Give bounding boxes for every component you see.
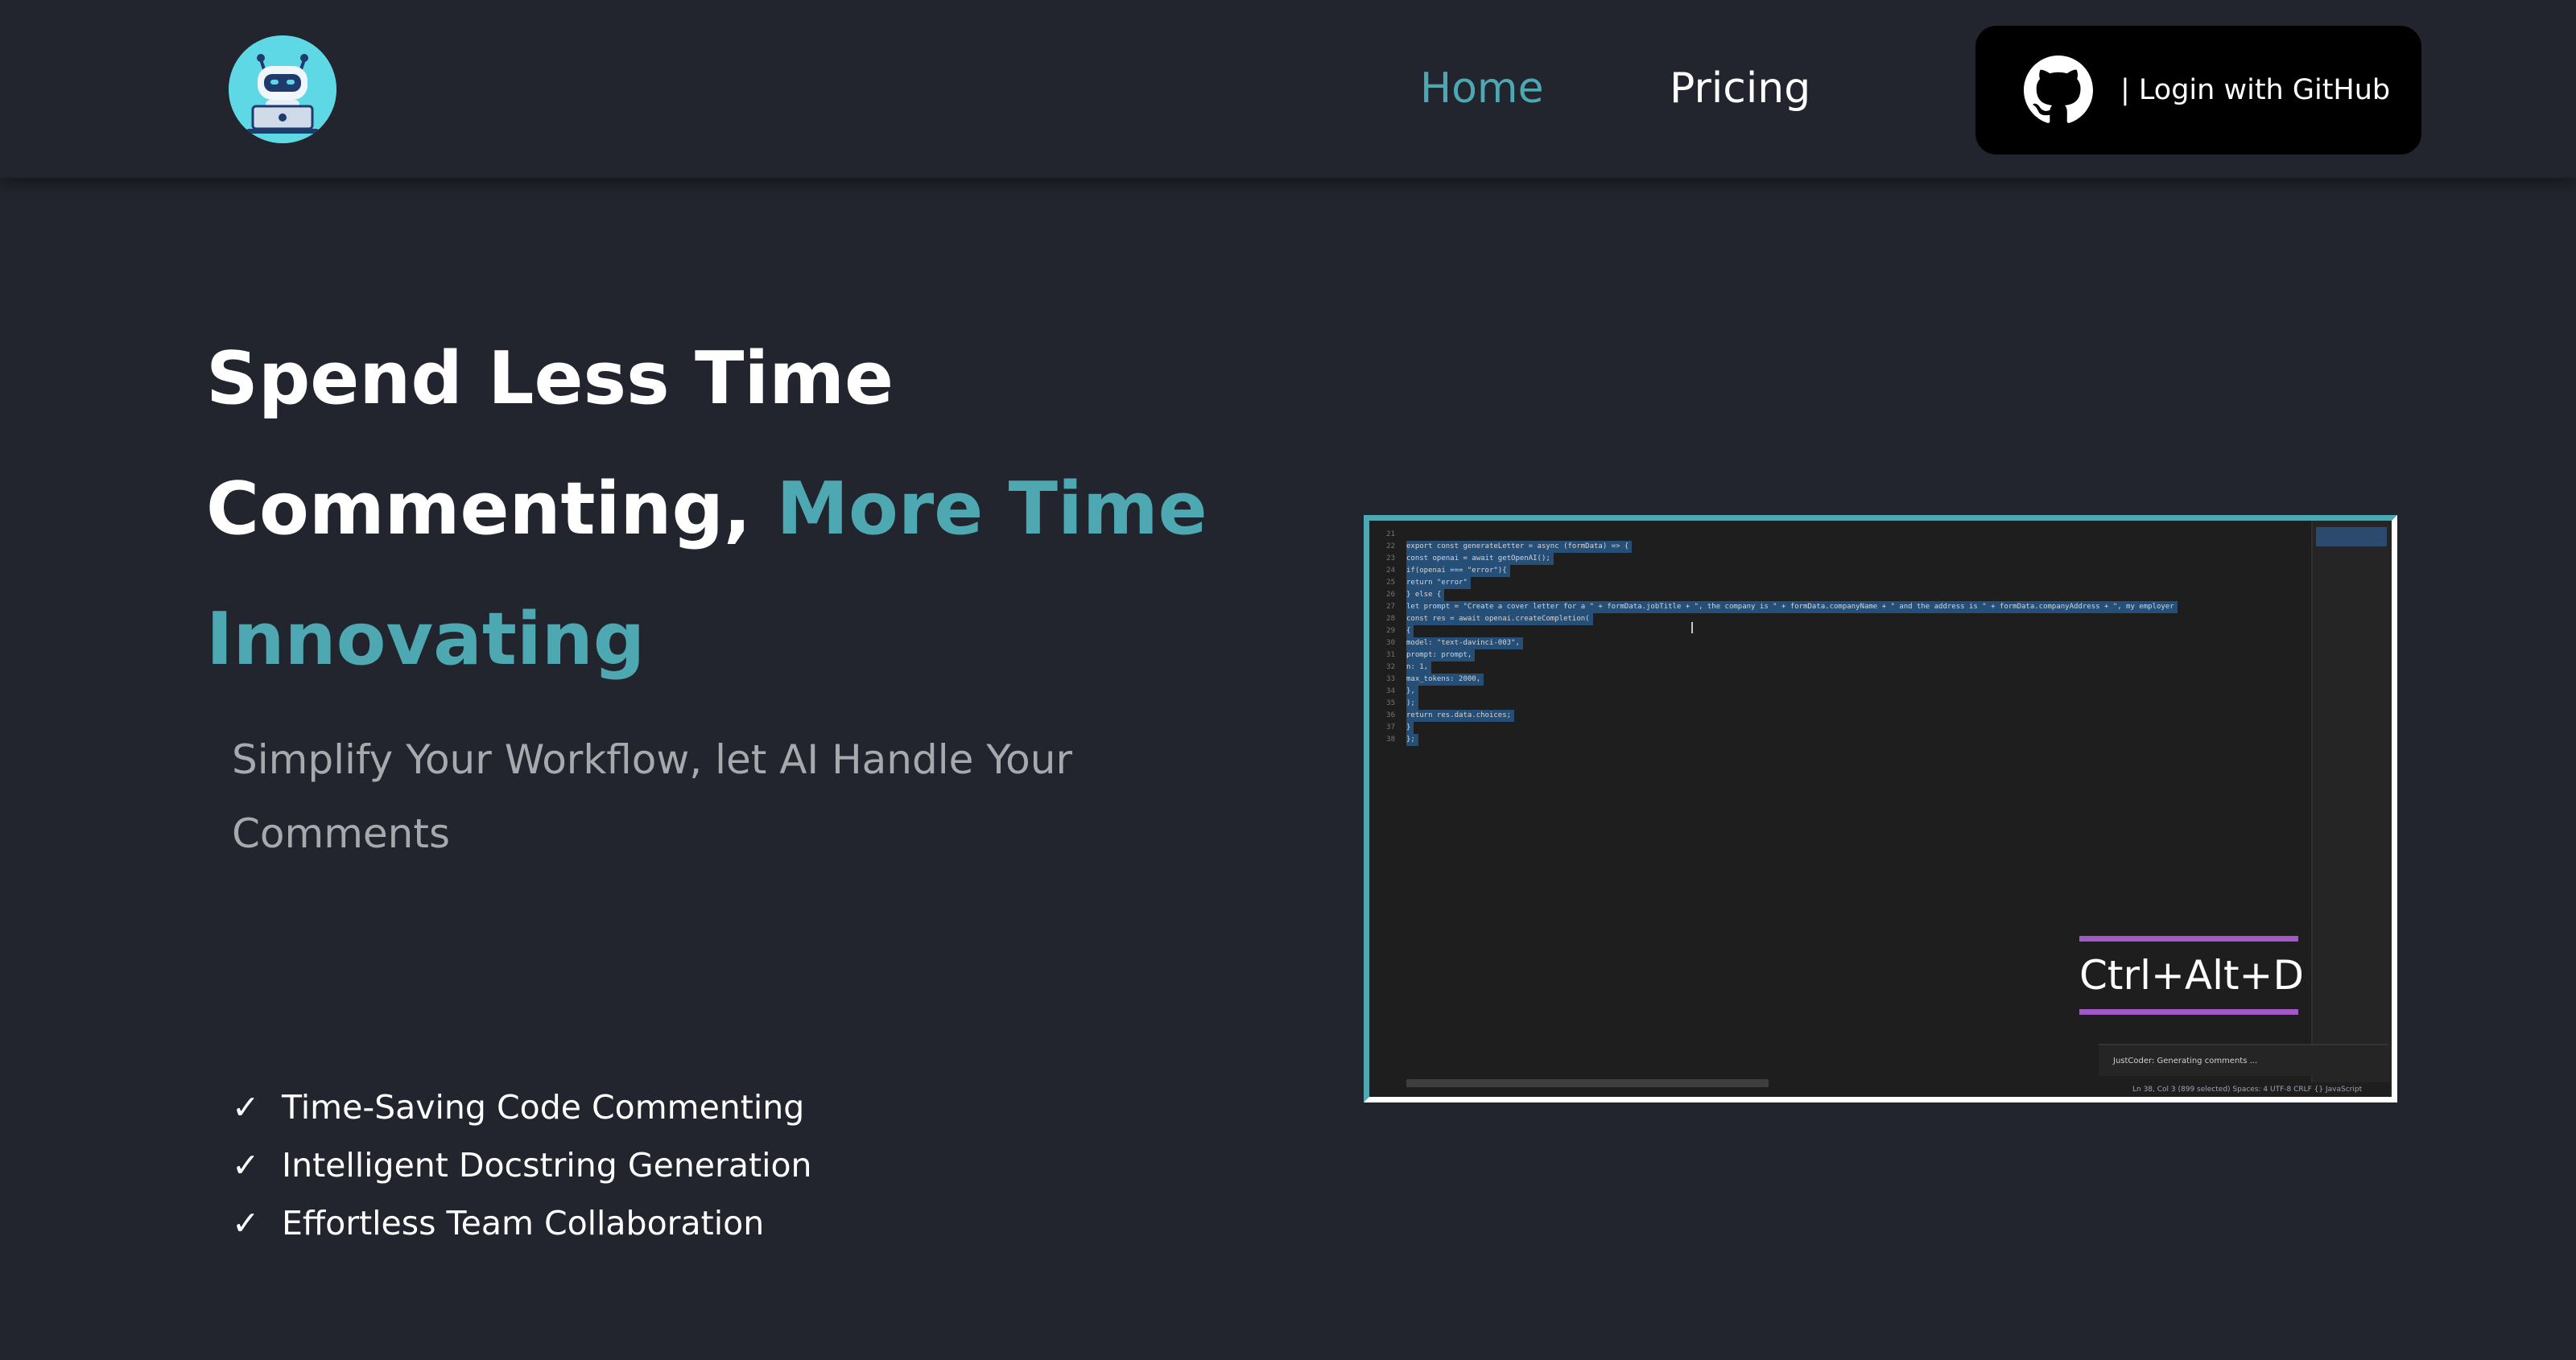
code-text: model: "text-davinci-003", — [1406, 637, 1523, 649]
code-text: const res = await openai.createCompletio… — [1406, 613, 1593, 625]
horizontal-scrollbar — [1406, 1079, 1769, 1087]
feature-item: ✓ Effortless Team Collaboration — [232, 1194, 812, 1252]
line-number: 25 — [1386, 579, 1395, 587]
code-text: } — [1406, 722, 1414, 734]
hero-title-line1: Spend Less Time — [206, 336, 894, 421]
editor-minimap — [2311, 521, 2392, 1097]
line-number: 24 — [1386, 567, 1395, 575]
check-icon: ✓ — [232, 1146, 260, 1185]
line-number: 22 — [1386, 542, 1395, 550]
text-cursor-icon — [1691, 622, 1693, 633]
feature-item: ✓ Intelligent Docstring Generation — [232, 1136, 812, 1194]
code-text: }; — [1406, 734, 1418, 746]
code-text: prompt: prompt, — [1406, 649, 1476, 661]
hero-title-line2: Commenting, — [206, 467, 752, 551]
line-number: 34 — [1386, 687, 1395, 695]
feature-item: ✓ Time-Saving Code Commenting — [232, 1078, 812, 1136]
feature-label: Time-Saving Code Commenting — [282, 1088, 805, 1127]
code-text: return res.data.choices; — [1406, 710, 1515, 722]
shortcut-badge: Ctrl+Alt+D — [2079, 936, 2304, 1015]
code-text: ); — [1406, 698, 1418, 710]
line-number: 35 — [1386, 699, 1395, 707]
github-icon — [2024, 56, 2093, 125]
login-button-label: | Login with GitHub — [2120, 74, 2391, 106]
navbar: Home Pricing | Login with GitHub — [0, 0, 2576, 179]
check-icon: ✓ — [232, 1088, 260, 1127]
code-text: } else { — [1406, 589, 1445, 601]
code-text: let prompt = "Create a cover letter for … — [1406, 601, 2178, 613]
feature-list: ✓ Time-Saving Code Commenting ✓ Intellig… — [232, 1078, 812, 1252]
editor-status-bar: Ln 38, Col 3 (899 selected) Spaces: 4 UT… — [2100, 1082, 2390, 1097]
feature-label: Effortless Team Collaboration — [282, 1204, 765, 1243]
generating-toast: JustCoder: Generating comments ... — [2099, 1044, 2388, 1076]
line-number: 38 — [1386, 736, 1395, 744]
feature-label: Intelligent Docstring Generation — [282, 1146, 812, 1185]
code-text: n: 1, — [1406, 661, 1432, 674]
line-number: 23 — [1386, 554, 1395, 563]
line-number: 26 — [1386, 591, 1395, 599]
minimap-thumb — [2316, 527, 2387, 546]
hero-title-accent: More Time — [776, 467, 1208, 551]
line-number: 37 — [1386, 723, 1395, 732]
hero-subtitle: Simplify Your Workflow, let AI Handle Yo… — [232, 736, 1073, 857]
code-text: return "error" — [1406, 577, 1471, 589]
check-icon: ✓ — [232, 1204, 260, 1243]
code-text: const openai = await getOpenAI(); — [1406, 553, 1554, 565]
code-text: if(openai === "error"){ — [1406, 565, 1510, 577]
demo-screenshot: 21 22 export const generateLetter = async … — [1364, 515, 2397, 1102]
line-number: 21 — [1386, 530, 1395, 538]
login-github-button[interactable]: | Login with GitHub — [1975, 26, 2421, 155]
line-number: 33 — [1386, 675, 1395, 683]
line-number: 30 — [1386, 639, 1395, 647]
line-number: 28 — [1386, 615, 1395, 623]
code-text: { — [1406, 625, 1414, 637]
nav-pricing-link[interactable]: Pricing — [1670, 63, 1810, 114]
line-number: 32 — [1386, 663, 1395, 671]
nav-home-link[interactable]: Home — [1420, 63, 1544, 114]
hero-title: Spend Less Time Commenting, More Time In… — [206, 314, 1253, 705]
code-text: max_tokens: 2000, — [1406, 674, 1484, 686]
line-number: 29 — [1386, 627, 1395, 635]
code-text: export const generateLetter = async (for… — [1406, 541, 1633, 553]
line-number: 36 — [1386, 711, 1395, 719]
robot-logo-icon[interactable] — [229, 35, 336, 143]
line-number: 31 — [1386, 651, 1395, 659]
code-text: }, — [1406, 686, 1418, 698]
hero-title-line3: Innovating — [206, 597, 646, 682]
line-number: 27 — [1386, 603, 1395, 611]
